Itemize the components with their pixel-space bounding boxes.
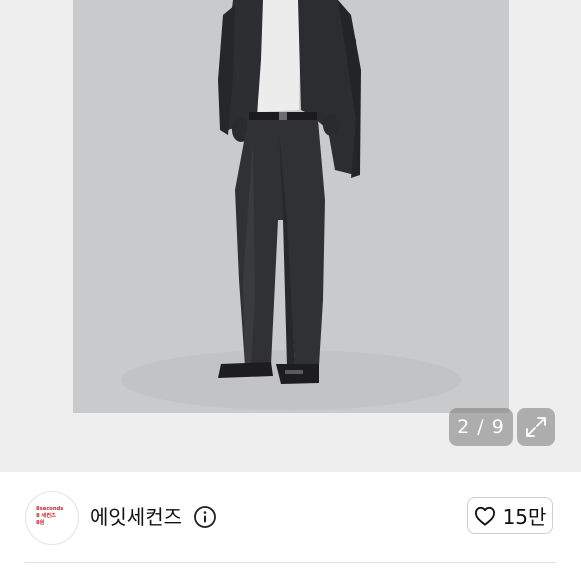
heart-icon xyxy=(474,506,495,526)
model-wearing-suit-image xyxy=(73,0,509,413)
divider xyxy=(25,562,556,563)
product-image-gallery[interactable]: 2 / 9 xyxy=(0,0,581,472)
seller-logo-line: 8seconds xyxy=(36,506,64,512)
seller-bar: 8seconds 8 세컨즈 8원 에잇세컨즈 15만 xyxy=(0,472,581,581)
seller-avatar[interactable]: 8seconds 8 세컨즈 8원 xyxy=(25,491,79,545)
product-photo[interactable] xyxy=(73,0,509,413)
like-count: 15만 xyxy=(502,505,547,529)
info-icon[interactable] xyxy=(193,505,217,529)
seller-logo-line: 8 세컨즈 xyxy=(36,512,56,519)
seller-logo-line: 8원 xyxy=(36,519,45,526)
expand-image-button[interactable] xyxy=(517,408,555,446)
image-counter: 2 / 9 xyxy=(449,408,513,446)
expand-icon xyxy=(526,417,546,437)
like-button[interactable]: 15만 xyxy=(467,497,553,534)
seller-name[interactable]: 에잇세컨즈 xyxy=(90,501,182,533)
seller-logo: 8seconds 8 세컨즈 8원 xyxy=(36,506,76,526)
